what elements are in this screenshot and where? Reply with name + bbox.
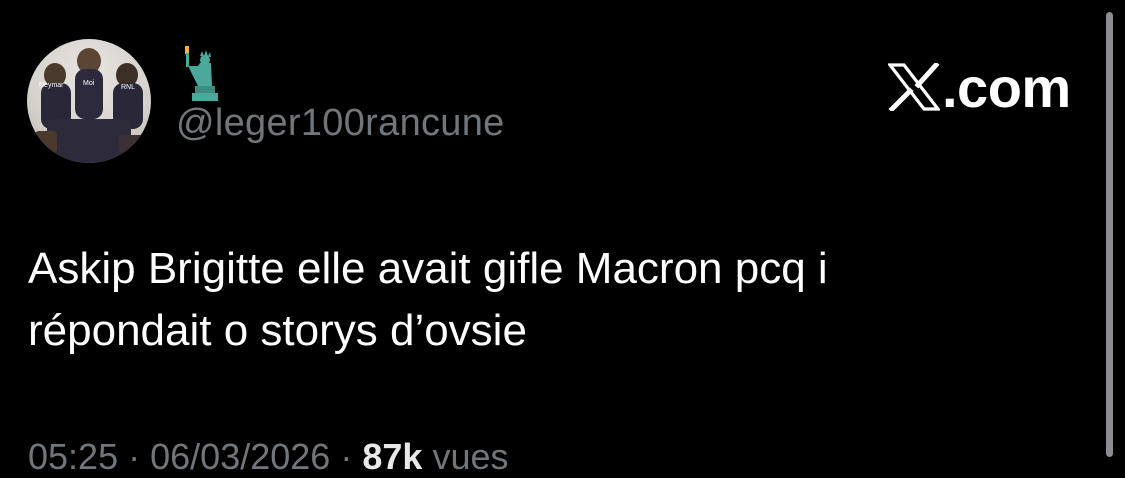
scrollbar[interactable] xyxy=(1106,12,1113,457)
avatar-label: Moi xyxy=(83,80,95,87)
statue-of-liberty-icon xyxy=(185,46,218,101)
avatar-label: Neymar xyxy=(39,82,64,89)
brand-logo: .com xyxy=(888,56,1071,119)
avatar-label: RNL xyxy=(121,84,135,91)
x-logo-icon xyxy=(888,63,940,111)
tweet-text: Askip Brigitte elle avait gifle Macron p… xyxy=(28,244,828,355)
avatar-photo: Neymar Moi RNL xyxy=(35,48,145,163)
brand-domain: .com xyxy=(942,55,1071,119)
author-handle[interactable]: @leger100rancune xyxy=(176,102,505,145)
avatar[interactable]: Neymar Moi RNL xyxy=(27,39,151,163)
tweet-meta: 05:25 · 06/03/2026 · 87k vues xyxy=(28,436,508,478)
